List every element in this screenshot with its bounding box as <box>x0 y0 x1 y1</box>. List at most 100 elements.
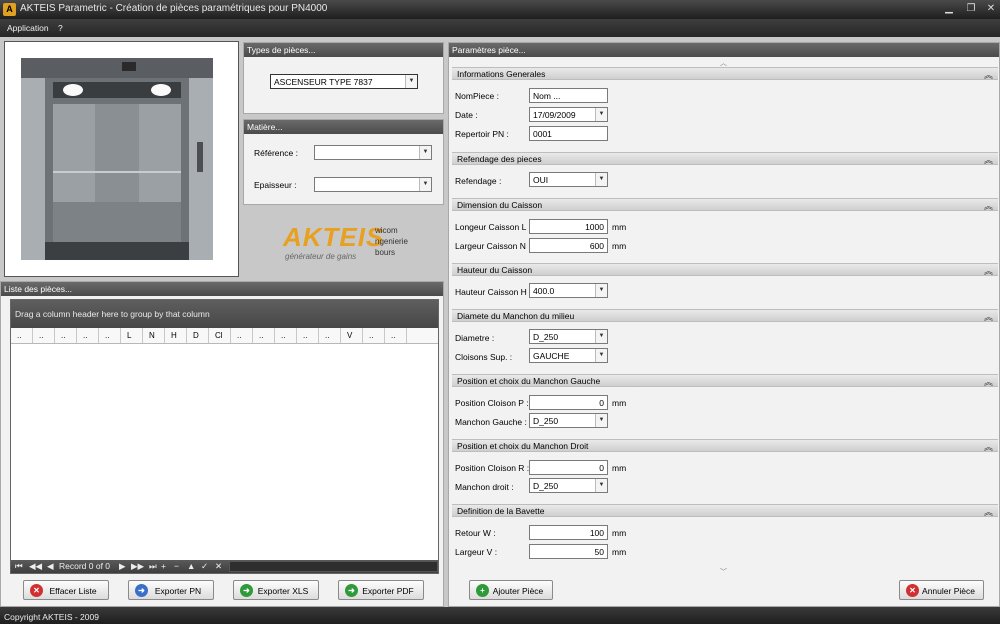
column-header[interactable]: .. <box>385 328 407 343</box>
column-header[interactable]: .. <box>363 328 385 343</box>
section-dimension-header[interactable]: Dimension du Caisson ︽ <box>452 198 998 211</box>
largeur-v-input[interactable]: 50 <box>529 544 608 559</box>
chevron-down-icon[interactable]: ▼ <box>405 75 417 88</box>
section-refendage-header[interactable]: Refendage des pieces ︽ <box>452 152 998 165</box>
chevron-down-icon[interactable]: ▼ <box>595 173 607 186</box>
chevron-down-icon[interactable]: ▼ <box>419 178 431 191</box>
types-panel-header: Types de pièces... <box>244 43 443 57</box>
date-picker[interactable]: 17/09/2009 ▼ <box>529 107 608 122</box>
chevron-down-icon[interactable]: ▼ <box>595 330 607 343</box>
save-record-icon[interactable]: ✓ <box>201 561 208 572</box>
section-bavette-header[interactable]: Definition de la Bavette ︽ <box>452 504 998 517</box>
section-droit-header[interactable]: Position et choix du Manchon Droit ︽ <box>452 439 998 452</box>
column-header[interactable]: H <box>165 328 187 343</box>
scroll-down-icon[interactable]: ﹀ <box>720 567 727 577</box>
column-header[interactable]: .. <box>99 328 121 343</box>
column-header[interactable]: Cl <box>209 328 231 343</box>
position-r-input[interactable]: 0 <box>529 460 608 475</box>
section-infos-header[interactable]: Informations Generales ︽ <box>452 67 998 80</box>
nom-input[interactable]: Nom ... <box>529 88 608 103</box>
annuler-piece-button[interactable]: ✕ Annuler Pièce <box>899 580 984 600</box>
largeur-input[interactable]: 600 <box>529 238 608 253</box>
column-header[interactable]: .. <box>319 328 341 343</box>
manchon-droit-select[interactable]: D_250 ▼ <box>529 478 608 493</box>
column-header[interactable]: .. <box>55 328 77 343</box>
column-header[interactable]: D <box>187 328 209 343</box>
group-hint: Drag a column header here to group by th… <box>11 300 438 328</box>
collapse-icon[interactable]: ︽ <box>984 375 993 388</box>
delete-record-icon[interactable]: − <box>174 561 179 571</box>
title-bar: A AKTEIS Parametric - Création de pièces… <box>0 0 1000 19</box>
column-header[interactable]: V <box>341 328 363 343</box>
menu-bar: Application ? <box>0 19 1000 37</box>
prev-page-icon[interactable]: ◀◀ <box>29 561 42 572</box>
section-diametre-header[interactable]: Diamete du Manchon du milieu ︽ <box>452 309 998 322</box>
refendage-select[interactable]: OUI ▼ <box>529 172 608 187</box>
chevron-down-icon[interactable]: ▼ <box>595 108 607 121</box>
prev-record-icon[interactable]: ◀ <box>47 561 54 572</box>
effacer-liste-button[interactable]: ✕ Effacer Liste <box>23 580 109 600</box>
grid-hscrollbar[interactable] <box>229 561 438 572</box>
column-header[interactable]: .. <box>77 328 99 343</box>
ajouter-piece-button[interactable]: + Ajouter Pièce <box>469 580 553 600</box>
collapse-icon[interactable]: ︽ <box>984 440 993 453</box>
retour-input[interactable]: 100 <box>529 525 608 540</box>
column-header[interactable]: .. <box>33 328 55 343</box>
menu-application[interactable]: Application <box>7 23 49 33</box>
piece-type-select[interactable]: ASCENSEUR TYPE 7837 ▼ <box>270 74 418 89</box>
hauteur-value: 400.0 <box>533 286 555 296</box>
next-page-icon[interactable]: ▶▶ <box>131 561 144 572</box>
column-header[interactable]: N <box>143 328 165 343</box>
collapse-icon[interactable]: ︽ <box>984 310 993 323</box>
manchon-gauche-select[interactable]: D_250 ▼ <box>529 413 608 428</box>
cancel-record-icon[interactable]: ✕ <box>215 561 222 572</box>
column-header[interactable]: .. <box>275 328 297 343</box>
diametre-select[interactable]: D_250 ▼ <box>529 329 608 344</box>
collapse-icon[interactable]: ︽ <box>984 199 993 212</box>
maximize-icon[interactable]: ❐ <box>964 2 978 16</box>
collapse-icon[interactable]: ︽ <box>984 153 993 166</box>
column-header[interactable]: .. <box>253 328 275 343</box>
column-header[interactable]: L <box>121 328 143 343</box>
chevron-down-icon[interactable]: ▼ <box>595 414 607 427</box>
column-header[interactable]: .. <box>297 328 319 343</box>
chevron-down-icon[interactable]: ▼ <box>595 479 607 492</box>
hauteur-select[interactable]: 400.0 ▼ <box>529 283 608 298</box>
add-record-icon[interactable]: + <box>161 561 166 571</box>
status-bar: Copyright AKTEIS - 2009 <box>0 607 1000 624</box>
section-bavette: Definition de la Bavette ︽ Retour W : 10… <box>452 504 998 564</box>
edit-record-icon[interactable]: ▲ <box>187 561 195 571</box>
position-p-input[interactable]: 0 <box>529 395 608 410</box>
chevron-down-icon[interactable]: ▼ <box>419 146 431 159</box>
column-header[interactable]: .. <box>231 328 253 343</box>
reference-select[interactable]: ▼ <box>314 145 432 160</box>
matiere-panel-header: Matière... <box>244 120 443 134</box>
manchon-droit-value: D_250 <box>533 481 559 491</box>
epaisseur-select[interactable]: ▼ <box>314 177 432 192</box>
collapse-icon[interactable]: ︽ <box>984 264 993 277</box>
pieces-grid: Drag a column header here to group by th… <box>10 299 439 574</box>
exporter-pdf-button[interactable]: ➜ Exporter PDF <box>338 580 424 600</box>
section-hauteur-header[interactable]: Hauteur du Caisson ︽ <box>452 263 998 276</box>
column-header[interactable]: .. <box>11 328 33 343</box>
position-p-label: Position Cloison P : <box>455 398 529 408</box>
section-diametre: Diamete du Manchon du milieu ︽ Diametre … <box>452 309 998 369</box>
exporter-pn-button[interactable]: ➜ Exporter PN <box>128 580 214 600</box>
chevron-down-icon[interactable]: ▼ <box>595 349 607 362</box>
last-record-icon[interactable]: ⏭ <box>149 561 157 572</box>
next-record-icon[interactable]: ▶ <box>119 561 126 572</box>
akteis-logo: AKTEIS générateur de gains wicom ngenier… <box>283 222 423 267</box>
close-icon[interactable]: ✕ <box>984 2 998 16</box>
repertoir-input[interactable]: 0001 <box>529 126 608 141</box>
cloisons-select[interactable]: GAUCHE ▼ <box>529 348 608 363</box>
exporter-xls-button[interactable]: ➜ Exporter XLS <box>233 580 319 600</box>
longueur-input[interactable]: 1000 <box>529 219 608 234</box>
collapse-icon[interactable]: ︽ <box>984 505 993 518</box>
chevron-down-icon[interactable]: ▼ <box>595 284 607 297</box>
collapse-icon[interactable]: ︽ <box>984 68 993 81</box>
menu-help[interactable]: ? <box>58 23 63 33</box>
date-label: Date : <box>455 110 478 120</box>
section-gauche-header[interactable]: Position et choix du Manchon Gauche ︽ <box>452 374 998 387</box>
minimize-icon[interactable]: ▁ <box>942 2 956 16</box>
first-record-icon[interactable]: ⏮ <box>15 561 23 572</box>
